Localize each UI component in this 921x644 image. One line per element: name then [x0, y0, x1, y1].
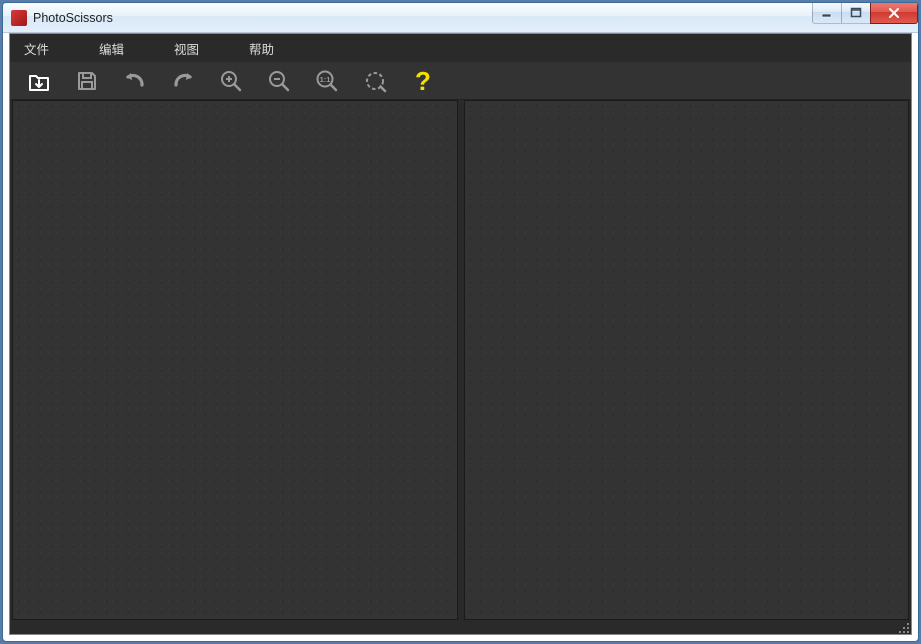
toolbar: 1:1 ? [10, 62, 911, 100]
resize-grip[interactable] [897, 621, 909, 633]
menu-edit[interactable]: 编辑 [99, 39, 124, 58]
zoom-in-button[interactable] [218, 68, 244, 94]
left-panel[interactable] [12, 100, 458, 620]
app-body: 文件 编辑 视图 帮助 [9, 33, 912, 635]
open-icon [27, 69, 51, 93]
open-button[interactable] [26, 68, 52, 94]
titlebar[interactable]: PhotoScissors [3, 3, 918, 33]
close-button[interactable] [870, 3, 918, 24]
workspace [10, 100, 911, 620]
menu-view[interactable]: 视图 [174, 39, 199, 58]
zoom-actual-button[interactable]: 1:1 [314, 68, 340, 94]
zoom-actual-icon: 1:1 [315, 69, 339, 93]
redo-button[interactable] [170, 68, 196, 94]
zoom-out-icon [267, 69, 291, 93]
help-button[interactable]: ? [410, 68, 436, 94]
menu-help[interactable]: 帮助 [249, 39, 274, 58]
zoom-out-button[interactable] [266, 68, 292, 94]
redo-icon [170, 69, 196, 93]
svg-text:1:1: 1:1 [320, 75, 331, 84]
app-icon [11, 10, 27, 26]
zoom-fit-icon [363, 69, 387, 93]
save-button[interactable] [74, 68, 100, 94]
menubar: 文件 编辑 视图 帮助 [10, 34, 911, 62]
minimize-button[interactable] [812, 3, 842, 24]
maximize-button[interactable] [841, 3, 871, 24]
save-icon [75, 69, 99, 93]
help-icon: ? [411, 68, 435, 94]
undo-icon [122, 69, 148, 93]
right-panel[interactable] [464, 100, 910, 620]
window-controls [813, 3, 918, 24]
zoom-in-icon [219, 69, 243, 93]
statusbar [10, 620, 911, 634]
zoom-fit-button[interactable] [362, 68, 388, 94]
window-frame: PhotoScissors 文件 编辑 视图 帮助 [2, 2, 919, 642]
menu-file[interactable]: 文件 [24, 39, 49, 58]
svg-text:?: ? [415, 66, 431, 96]
window-title: PhotoScissors [33, 11, 113, 25]
undo-button[interactable] [122, 68, 148, 94]
